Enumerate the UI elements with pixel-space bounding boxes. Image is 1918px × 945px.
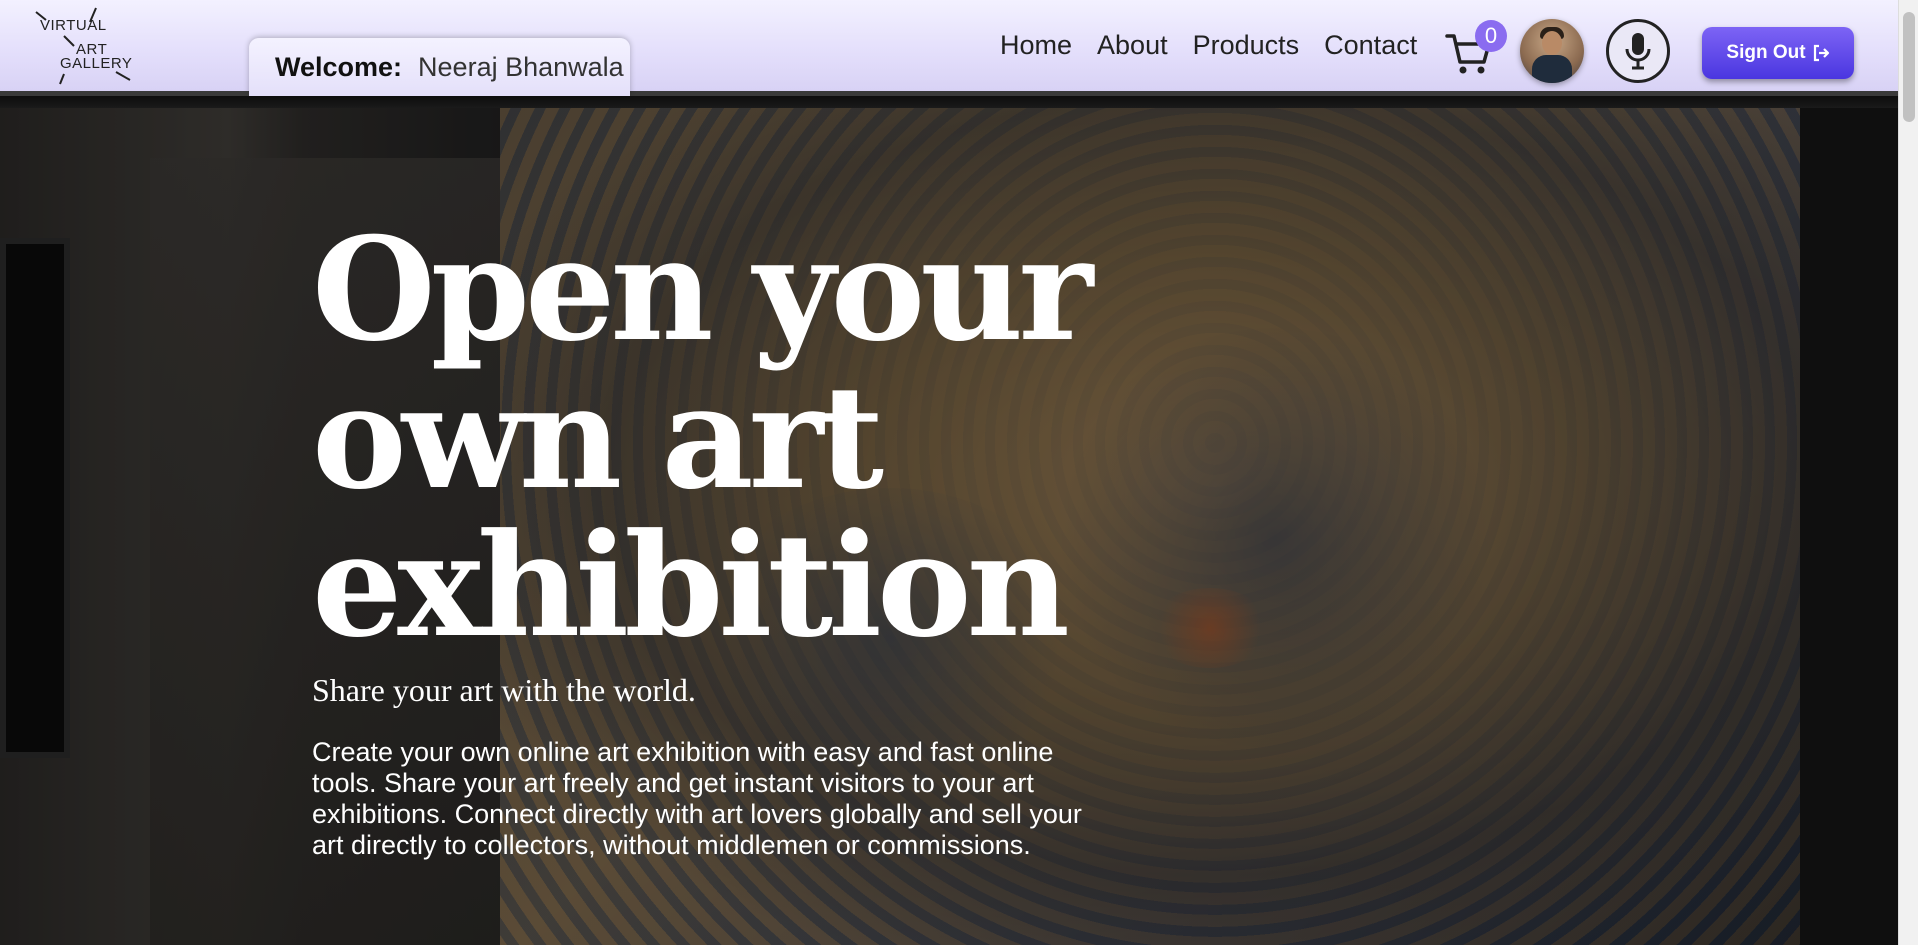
welcome-user-name: Neeraj Bhanwala: [418, 51, 624, 82]
page-scrollbar[interactable]: [1898, 0, 1918, 945]
voice-search-button[interactable]: [1606, 19, 1670, 83]
user-avatar[interactable]: [1520, 19, 1584, 83]
welcome-tab: Welcome: Neeraj Bhanwala: [249, 38, 630, 96]
main-nav: Home About Products Contact: [1000, 30, 1417, 61]
logo-text-virtual: VIRTUAL: [40, 17, 107, 34]
header-divider: [0, 96, 1898, 108]
microphone-icon: [1625, 33, 1651, 70]
sign-out-button[interactable]: Sign Out: [1702, 27, 1854, 79]
hero-description: Create your own online art exhibition wi…: [312, 737, 1082, 860]
sign-out-label: Sign Out: [1726, 42, 1806, 63]
hero-title: Open your own art exhibition: [312, 216, 1112, 660]
logo-text-gallery: GALLERY: [60, 55, 133, 72]
nav-about-link[interactable]: About: [1097, 30, 1168, 61]
nav-home-link[interactable]: Home: [1000, 30, 1072, 61]
site-logo[interactable]: VIRTUAL ART GALLERY: [34, 6, 144, 86]
hero-title-line1: Open your: [312, 207, 1093, 373]
welcome-label: Welcome:: [275, 51, 403, 82]
hero-section: Open your own art exhibition Share your …: [0, 108, 1898, 945]
nav-products-link[interactable]: Products: [1193, 30, 1300, 61]
cart-count-badge: 0: [1475, 20, 1507, 52]
nav-contact-link[interactable]: Contact: [1324, 30, 1417, 61]
hero-content: Open your own art exhibition Share your …: [312, 216, 1112, 861]
top-navbar: VIRTUAL ART GALLERY Welcome: Neeraj Bhan…: [0, 0, 1898, 96]
hero-subtitle: Share your art with the world.: [312, 672, 696, 708]
sign-out-icon: [1813, 44, 1829, 62]
hero-title-line2: own art: [312, 355, 884, 521]
hero-title-line3: exhibition: [312, 503, 1070, 669]
scrollbar-thumb[interactable]: [1903, 12, 1915, 122]
